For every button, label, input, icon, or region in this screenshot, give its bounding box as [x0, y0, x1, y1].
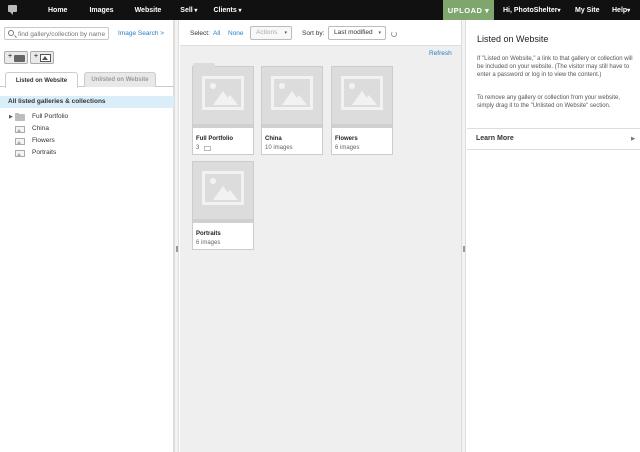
nav-help[interactable]: Help — [612, 0, 630, 20]
tree-item-label: Full Portfolio — [32, 113, 69, 120]
loading-spinner-icon — [391, 31, 397, 37]
card-count: 10 images — [265, 145, 293, 151]
gallery-card-china[interactable]: China 10 images — [261, 66, 323, 155]
select-none-link[interactable]: None — [228, 30, 244, 37]
chevron-down-icon: ▾ — [284, 30, 287, 36]
select-all-link[interactable]: All — [213, 30, 220, 37]
grip-icon — [463, 246, 465, 252]
tree-item-portraits[interactable]: Portraits — [0, 147, 174, 159]
nav-home[interactable]: Home — [48, 7, 67, 14]
card-title: Full Portfolio — [196, 136, 233, 142]
all-listed-row[interactable]: All listed galleries & collections — [0, 96, 174, 108]
gallery-card-flowers[interactable]: Flowers 6 images — [331, 66, 393, 155]
tree-item-flowers[interactable]: Flowers — [0, 135, 174, 147]
chevron-down-icon: ▾ — [378, 30, 381, 36]
tree-item-label: Portraits — [32, 149, 57, 156]
gallery-thumbnail — [193, 162, 253, 223]
learn-more-button[interactable]: Learn More ▶ — [467, 129, 640, 149]
card-count: 3 — [196, 145, 200, 151]
image-placeholder-icon — [341, 76, 383, 110]
nav-account[interactable]: Hi, PhotoShelter — [503, 0, 560, 20]
grid-toolbar: Select: All None Actions ▾ Sort by: Last… — [180, 20, 461, 46]
nav-website[interactable]: Website — [135, 7, 162, 14]
tab-listed-on-website[interactable]: Listed on Website — [5, 72, 78, 88]
collection-thumbnail — [193, 63, 253, 128]
gallery-icon — [15, 150, 25, 157]
chevron-down-icon: ▾ — [482, 5, 490, 15]
info-paragraph-2: To remove any gallery or collection from… — [477, 95, 621, 109]
card-count: 6 images — [196, 240, 221, 246]
search-icon — [8, 30, 14, 36]
gallery-card-full-portfolio[interactable]: Full Portfolio 3 — [192, 63, 254, 155]
card-title: China — [265, 136, 282, 142]
image-placeholder-icon — [271, 76, 313, 110]
sort-label: Sort by: — [302, 30, 325, 37]
gallery-thumbnail — [332, 67, 392, 128]
left-resize-handle[interactable] — [174, 20, 179, 452]
tab-unlisted-on-website[interactable]: Unlisted on Website — [84, 72, 156, 87]
plus-icon: + — [8, 53, 13, 60]
sort-dropdown[interactable]: Last modified ▾ — [328, 26, 386, 40]
nav-my-site[interactable]: My Site — [575, 0, 600, 20]
grip-icon — [176, 246, 178, 252]
folder-icon — [15, 113, 25, 121]
add-collection-button[interactable]: + — [4, 51, 28, 64]
tree-item-label: Flowers — [32, 137, 55, 144]
image-placeholder-icon — [202, 171, 244, 205]
chat-logo-icon[interactable] — [8, 4, 22, 16]
gallery-search-input[interactable] — [18, 29, 108, 39]
nav-sell[interactable]: Sell — [180, 7, 197, 14]
gallery-sidebar: Image Search > + + Listed on Website Unl… — [0, 20, 174, 452]
upload-button[interactable]: UPLOAD ▾ — [443, 0, 494, 20]
tree-item-label: China — [32, 125, 49, 132]
gallery-icon — [204, 146, 211, 151]
gallery-grid-panel: Select: All None Actions ▾ Sort by: Last… — [180, 20, 461, 452]
actions-dropdown-label: Actions — [256, 29, 278, 36]
info-paragraph-1: If "Listed on Website," a link to that g… — [477, 56, 633, 78]
image-placeholder-icon — [202, 76, 244, 110]
image-search-link[interactable]: Image Search > — [118, 30, 164, 37]
sort-dropdown-value: Last modified — [334, 29, 373, 36]
expand-arrow-icon[interactable]: ▶ — [9, 111, 13, 123]
add-gallery-button[interactable]: + — [30, 51, 54, 64]
actions-dropdown[interactable]: Actions ▾ — [250, 26, 292, 40]
right-resize-handle[interactable] — [461, 20, 466, 452]
info-panel: Listed on Website If "Listed on Website,… — [467, 20, 640, 452]
gallery-card-portraits[interactable]: Portraits 6 images — [192, 161, 254, 250]
plus-icon: + — [34, 53, 39, 60]
listing-tabs: Listed on Website Unlisted on Website — [0, 70, 174, 88]
tree-item-china[interactable]: China — [0, 123, 174, 135]
gallery-icon — [15, 138, 25, 145]
gallery-icon — [15, 126, 25, 133]
divider — [467, 149, 640, 150]
refresh-link[interactable]: Refresh — [429, 50, 452, 57]
gallery-thumbnail — [262, 67, 322, 128]
tree-item-full-portfolio[interactable]: ▶ Full Portfolio — [0, 111, 174, 123]
gallery-search-field[interactable] — [4, 27, 109, 40]
card-title: Portraits — [196, 231, 221, 237]
card-title: Flowers — [335, 136, 358, 142]
folder-icon — [14, 55, 25, 62]
chevron-right-icon: ▶ — [631, 136, 635, 142]
upload-label: UPLOAD — [447, 5, 483, 15]
nav-clients[interactable]: Clients — [213, 7, 241, 14]
nav-images[interactable]: Images — [89, 7, 113, 14]
card-count: 6 images — [335, 145, 360, 151]
info-title: Listed on Website — [477, 34, 549, 44]
learn-more-label: Learn More — [476, 135, 514, 142]
select-label: Select: — [190, 30, 210, 37]
image-icon — [40, 54, 51, 62]
